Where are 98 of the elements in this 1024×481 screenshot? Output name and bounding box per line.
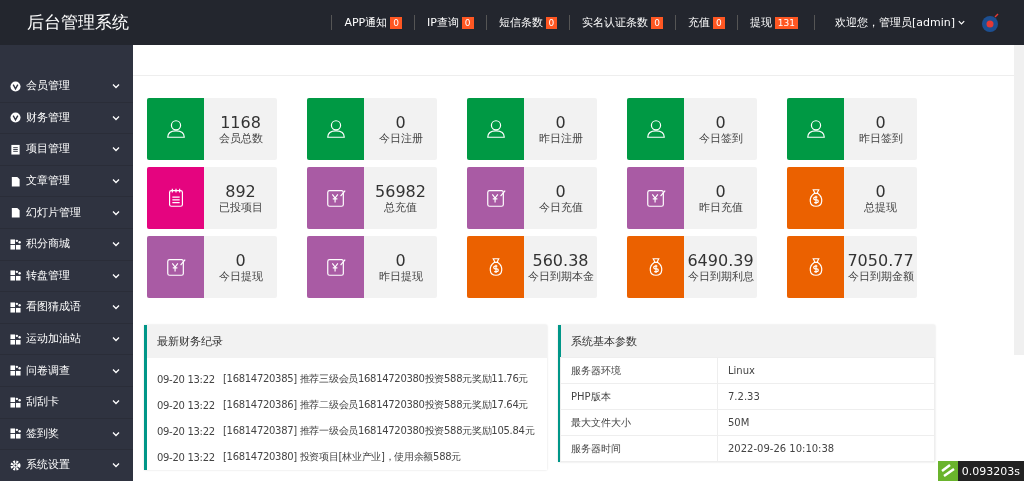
stat-value: 1168 bbox=[220, 112, 261, 132]
sidebar-item[interactable]: 幻灯片管理 bbox=[0, 197, 133, 229]
grid-icon bbox=[10, 365, 21, 377]
table-cell: Linux bbox=[717, 357, 935, 384]
stat-label: 会员总数 bbox=[218, 131, 263, 146]
stat-value: 7050.77 bbox=[847, 250, 914, 270]
stat-value: 6490.39 bbox=[687, 250, 754, 270]
stat-value: 0 bbox=[715, 181, 726, 201]
yuan-edit-icon bbox=[644, 187, 667, 209]
yuan-edit-icon bbox=[324, 187, 347, 209]
grid-icon bbox=[10, 238, 21, 250]
record-text: [16814720386] 推荐二级会员16814720380投资588元奖励17.64元 bbox=[223, 398, 529, 412]
notice-link[interactable]: 实名认证条数 0 bbox=[569, 15, 675, 30]
sidebar-item[interactable]: 文章管理 bbox=[0, 165, 133, 198]
yuan-edit-icon bbox=[164, 256, 187, 278]
grid-icon bbox=[10, 333, 21, 345]
file-icon bbox=[10, 207, 21, 219]
yuan-edit-icon bbox=[484, 187, 507, 209]
count-badge: 0 bbox=[545, 16, 558, 29]
stat-label: 总充值 bbox=[384, 200, 417, 215]
sidebar-item[interactable]: 项目管理 bbox=[0, 134, 133, 166]
table-cell: 服务器环境 bbox=[560, 357, 718, 384]
chevron-down-icon bbox=[957, 18, 966, 27]
sidebar-item[interactable]: 转盘管理 bbox=[0, 260, 133, 293]
user-icon bbox=[804, 118, 827, 140]
stat-label: 今日注册 bbox=[378, 131, 423, 146]
user-icon bbox=[164, 118, 187, 140]
file-icon bbox=[10, 175, 21, 187]
sidebar-item[interactable]: 会员管理 bbox=[0, 71, 133, 103]
count-badge: 0 bbox=[390, 16, 402, 29]
record-time: 09-20 13:22 bbox=[157, 373, 216, 385]
stat-label: 昨日注册 bbox=[538, 131, 583, 146]
yuan-edit-icon bbox=[324, 256, 347, 278]
sidebar-item[interactable]: 系统设置 bbox=[0, 450, 133, 481]
sidebar-item[interactable]: 刮刮卡 bbox=[0, 386, 133, 419]
grid-icon bbox=[10, 301, 21, 313]
record-text: [16814720385] 推荐三级会员16814720380投资588元奖励11.76元 bbox=[223, 372, 529, 386]
count-badge: 0 bbox=[461, 16, 474, 29]
count-badge: 0 bbox=[713, 16, 725, 29]
stat-label: 今日签到 bbox=[698, 131, 743, 146]
record-time: 09-20 13:22 bbox=[157, 451, 216, 463]
user-icon bbox=[644, 118, 667, 140]
record-text: [16814720387] 推荐一级会员16814720380投资588元奖励105.84元 bbox=[223, 424, 535, 438]
stat-label: 今日到期金额 bbox=[847, 269, 914, 284]
sidebar-item[interactable]: 运动加油站 bbox=[0, 323, 133, 356]
stat-label: 昨日提现 bbox=[378, 269, 423, 284]
stat-value: 56982 bbox=[375, 181, 426, 201]
user-menu[interactable]: 欢迎您，管理员[admin] bbox=[813, 15, 980, 30]
clipboard-icon bbox=[10, 144, 21, 155]
stat-value: 0 bbox=[715, 112, 726, 132]
user-icon bbox=[324, 118, 347, 140]
settings-icon bbox=[10, 459, 21, 471]
stat-value: 0 bbox=[555, 181, 566, 201]
table-cell: 服务器时间 bbox=[560, 435, 718, 462]
sidebar-item[interactable]: 签到奖 bbox=[0, 418, 133, 451]
v-badge-icon bbox=[10, 80, 21, 92]
stat-label: 总提现 bbox=[864, 200, 897, 215]
stat-label: 今日到期利息 bbox=[687, 269, 754, 284]
stat-value: 0 bbox=[235, 250, 246, 270]
v-badge-icon bbox=[10, 112, 21, 124]
avatar-icon[interactable] bbox=[980, 11, 1002, 34]
sidebar-item[interactable]: 积分商城 bbox=[0, 228, 133, 261]
stat-value: 560.38 bbox=[532, 250, 589, 270]
user-icon bbox=[484, 118, 507, 140]
sidebar-item[interactable]: 看图猜成语 bbox=[0, 292, 133, 324]
record-time: 09-20 13:22 bbox=[157, 425, 216, 437]
stat-label: 已投项目 bbox=[218, 200, 263, 215]
stat-label: 昨日签到 bbox=[858, 131, 903, 146]
stat-label: 今日提现 bbox=[218, 269, 263, 284]
stat-label: 今日到期本金 bbox=[527, 269, 594, 284]
logo-icon bbox=[937, 461, 958, 481]
stat-value: 892 bbox=[225, 181, 256, 201]
app-title: 后台管理系统 bbox=[26, 11, 130, 34]
count-badge: 0 bbox=[651, 16, 663, 29]
notice-link[interactable]: IP查询 0 bbox=[413, 15, 486, 30]
panel-title: 最新财务纪录 bbox=[147, 325, 547, 358]
grid-icon bbox=[10, 270, 21, 282]
table-cell: 2022-09-26 10:10:38 bbox=[717, 435, 935, 462]
stat-label: 昨日充值 bbox=[698, 200, 743, 215]
notice-link[interactable]: 充值 0 bbox=[675, 15, 737, 30]
stat-value: 0 bbox=[555, 112, 566, 132]
stat-value: 0 bbox=[875, 112, 886, 132]
count-badge: 131 bbox=[774, 16, 798, 29]
record-text: [16814720380] 投资项目[林业产业]，使用余额588元 bbox=[223, 450, 461, 464]
grid-icon bbox=[10, 428, 21, 440]
notice-link[interactable]: 短信条数 0 bbox=[485, 15, 570, 30]
notice-link[interactable]: 提现 131 bbox=[736, 15, 810, 30]
sidebar-item[interactable]: 财务管理 bbox=[0, 102, 133, 135]
stat-value: 0 bbox=[395, 112, 406, 132]
sidebar-item[interactable]: 问卷调查 bbox=[0, 355, 133, 387]
stat-value: 0 bbox=[395, 250, 406, 270]
record-time: 09-20 13:22 bbox=[157, 399, 216, 411]
timer-text: 0.093203s bbox=[961, 464, 1020, 478]
notice-link[interactable]: APP通知 0 bbox=[331, 15, 414, 30]
stat-label: 今日充值 bbox=[538, 200, 583, 215]
grid-icon bbox=[10, 396, 21, 408]
panel-title: 系统基本参数 bbox=[561, 325, 935, 358]
stat-value: 0 bbox=[875, 181, 886, 201]
